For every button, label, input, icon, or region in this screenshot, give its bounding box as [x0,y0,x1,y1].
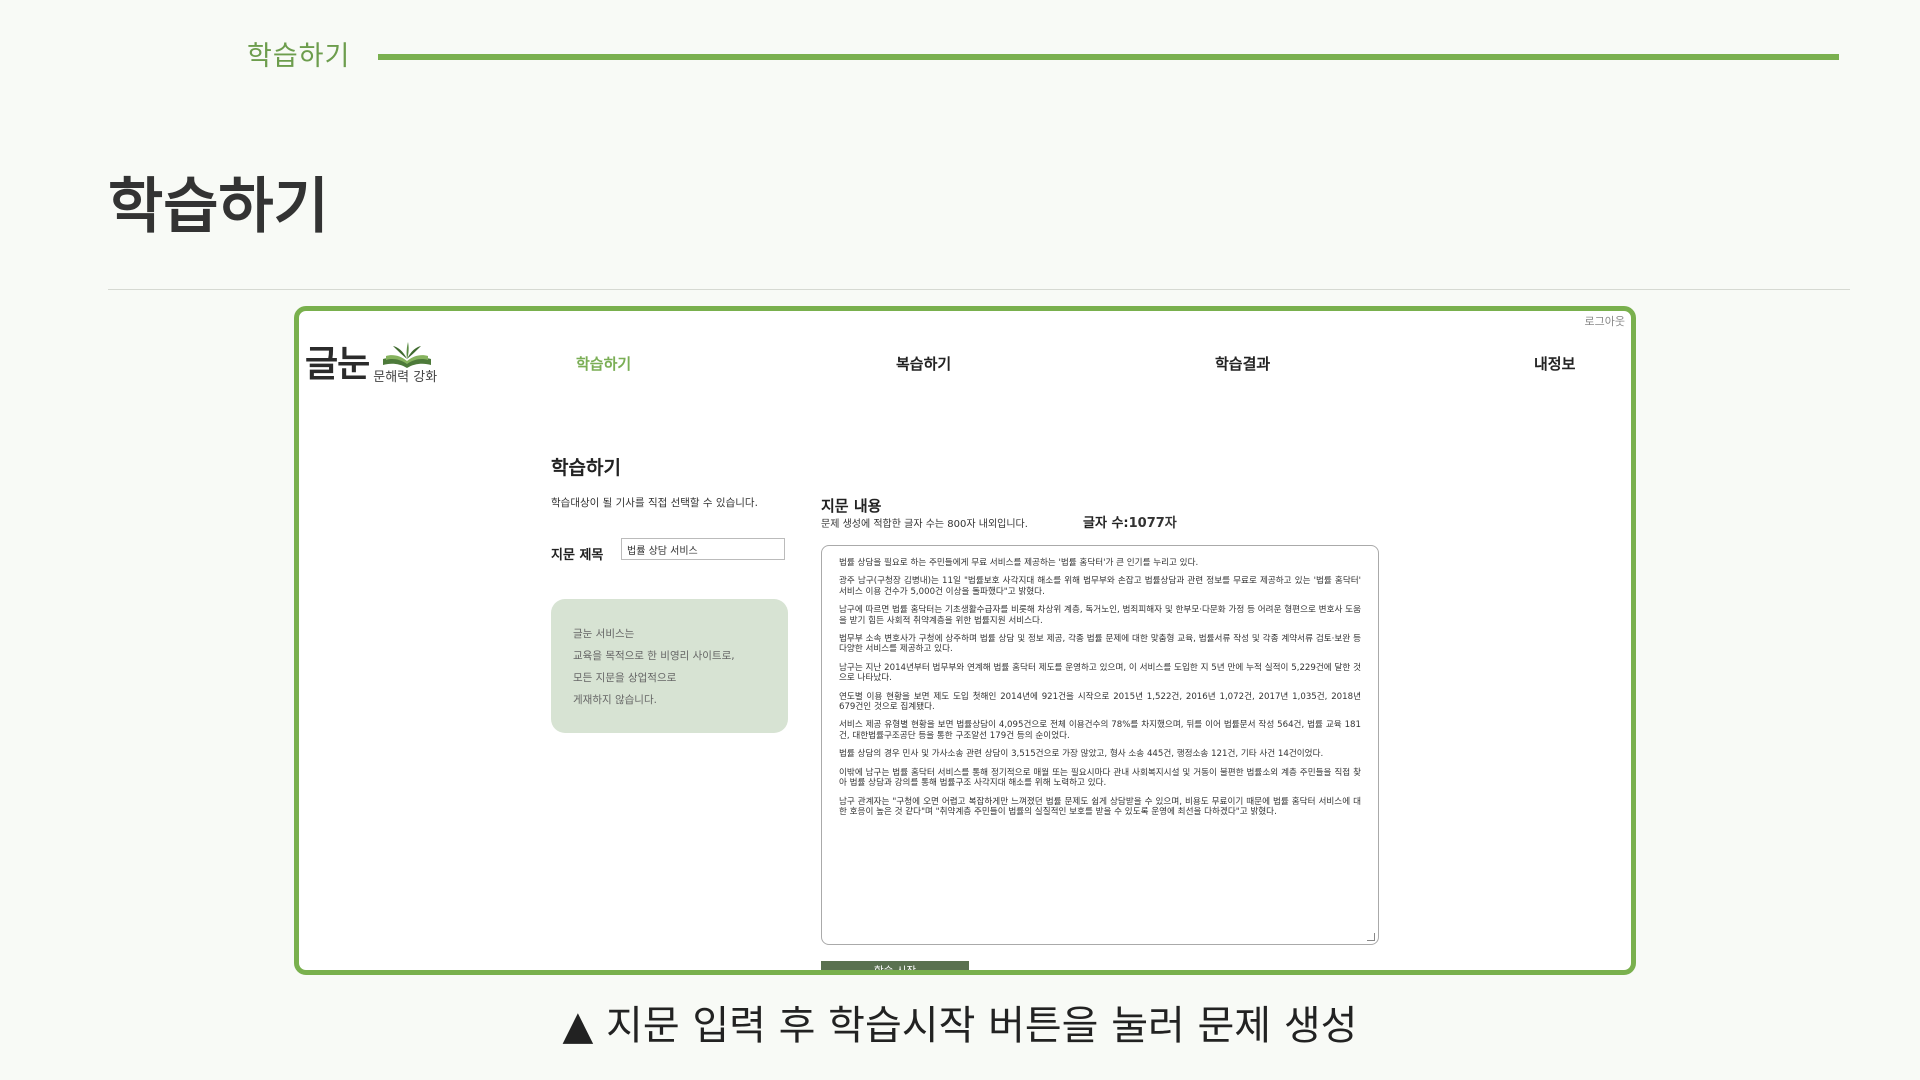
passage-paragraph: 광주 남구(구청장 김병내)는 11일 "법률보호 사각지대 해소를 위해 법무… [839,576,1361,597]
passage-paragraph: 법무부 소속 변호사가 구청에 상주하며 법률 상담 및 정보 제공, 각종 법… [839,634,1361,655]
notice-line: 글눈 서비스는 [573,628,635,640]
char-count-value: 1077자 [1128,516,1177,531]
passage-title-label: 지문 제목 [551,548,604,563]
char-count: 글자 수:1077자 [1083,512,1177,531]
passage-content-label: 지문 내용 [821,497,882,515]
passage-paragraph: 서비스 제공 유형별 현황을 보면 법률상담이 4,095건으로 전체 이용건수… [839,720,1361,741]
nav-review[interactable]: 복습하기 [896,353,951,374]
site-logo[interactable]: 글눈 문해력 강화 [305,335,445,385]
passage-paragraph: 이밖에 남구는 법률 홈닥터 서비스를 통해 정기적으로 매월 또는 필요시마다… [839,767,1361,789]
char-count-label: 글자 수: [1083,516,1129,531]
resize-handle-icon[interactable] [1367,933,1375,941]
passage-title-input[interactable] [621,538,785,560]
slide-title: 학습하기 [108,172,329,242]
passage-paragraph: 남구 관계자는 "구청에 오면 어렵고 복잡하게만 느껴졌던 법률 문제도 쉽게… [839,796,1361,817]
page-description: 학습대상이 될 기사를 직접 선택할 수 있습니다. [551,497,758,509]
notice-line: 모든 지문을 상업적으로 [573,672,677,684]
passage-paragraph: 남구는 지난 2014년부터 법무부와 연계해 법률 홈닥터 제도를 운영하고 … [839,662,1361,684]
slide-section-tag: 학습하기 [247,41,351,72]
page-title: 학습하기 [551,457,621,479]
passage-paragraph: 법률 상담을 필요로 하는 주민들에게 무료 서비스를 제공하는 '법률 홈닥터… [839,558,1199,568]
logout-link[interactable]: 로그아웃 [1585,313,1625,329]
passage-paragraph: 법률 상담의 경우 민사 및 가사소송 관련 상담이 3,515건으로 가장 많… [839,749,1324,760]
logo-mark: 문해력 강화 [373,341,445,385]
passage-length-hint: 문제 생성에 적합한 글자 수는 800자 내외입니다. [821,519,1028,530]
passage-paragraph: 연도별 이용 현황을 보면 제도 도입 첫해인 2014년에 921건을 시작으… [839,691,1361,713]
passage-paragraph: 남구에 따르면 법률 홈닥터는 기초생활수급자를 비롯해 차상위 계층, 독거노… [839,605,1361,626]
notice-line: 게재하지 않습니다. [573,694,657,706]
open-book-icon [383,342,432,368]
nav-my-info[interactable]: 내정보 [1534,353,1575,374]
passage-textarea[interactable]: 법률 상담을 필요로 하는 주민들에게 무료 서비스를 제공하는 '법률 홈닥터… [821,545,1379,945]
nav-results[interactable]: 학습결과 [1215,353,1270,374]
app-screenshot-frame: 로그아웃 글눈 문해력 강화 학습하기 복습하기 학습결과 내정보 학습하기 학… [294,306,1636,975]
slide-caption: ▲ 지문 입력 후 학습시작 버튼을 눌러 문제 생성 [562,1003,1358,1049]
logo-subtitle: 문해력 강화 [373,370,438,385]
nav-study[interactable]: 학습하기 [576,353,631,374]
service-notice: 글눈 서비스는 교육을 목적으로 한 비영리 사이트로, 모든 지문을 상업적으… [551,599,788,733]
start-study-button[interactable]: 학습 시작 [821,961,969,970]
title-divider [108,289,1850,290]
header-divider [378,54,1839,60]
notice-line: 교육을 목적으로 한 비영리 사이트로, [573,650,735,662]
logo-text: 글눈 [305,344,370,385]
